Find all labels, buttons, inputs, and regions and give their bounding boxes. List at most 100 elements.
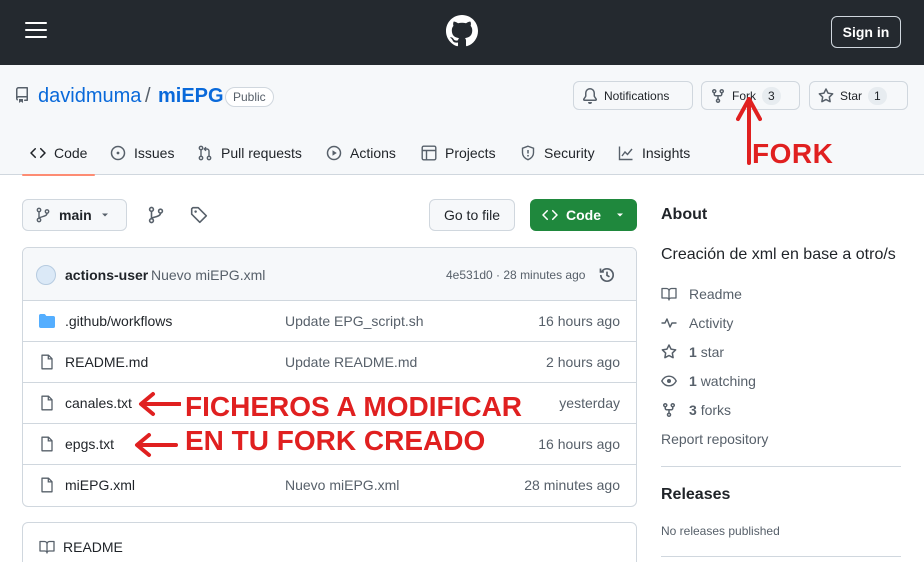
code-icon (542, 209, 558, 221)
file-commit-message[interactable]: Update README.md (285, 354, 417, 370)
branch-selector[interactable]: main (22, 199, 127, 231)
file-row[interactable]: .github/workflows Update EPG_script.sh 1… (23, 301, 636, 342)
tab-label: Actions (350, 145, 396, 161)
pull-request-icon (198, 145, 212, 161)
file-age: yesterday (559, 395, 620, 411)
readme-title[interactable]: README (63, 539, 123, 555)
code-button[interactable]: Code (530, 199, 637, 231)
tab-projects[interactable]: Projects (421, 131, 496, 175)
forks-label: forks (700, 402, 732, 418)
annotation-arrow-left-icon (135, 433, 178, 457)
star-button[interactable]: Star 1 (809, 81, 908, 110)
notifications-label: Notifications (604, 88, 670, 103)
visibility-badge: Public (225, 87, 274, 107)
sidebar-divider (661, 556, 901, 557)
global-header: Sign in (0, 0, 924, 65)
file-age: 28 minutes ago (524, 477, 620, 493)
no-releases-text: No releases published (661, 524, 780, 538)
history-icon[interactable] (598, 266, 616, 284)
file-age: 2 hours ago (546, 354, 620, 370)
repo-owner-link[interactable]: davidmuma (38, 85, 141, 108)
files-annotation-line1: FICHEROS A MODIFICAR (181, 391, 527, 423)
repo-name-link[interactable]: miEPG (158, 85, 224, 108)
table-icon (421, 145, 437, 161)
menu-icon[interactable] (25, 22, 49, 40)
branches-icon[interactable] (147, 206, 165, 224)
sidebar-forks-link[interactable]: 3 forks (661, 402, 731, 418)
path-separator: / (145, 85, 151, 107)
tab-label: Issues (134, 145, 175, 161)
star-count: 1 (868, 86, 887, 105)
commit-message[interactable]: Nuevo miEPG.xml (151, 267, 265, 283)
star-icon (661, 344, 677, 359)
tab-label: Security (544, 145, 595, 161)
file-icon (41, 477, 53, 493)
file-icon (41, 395, 53, 411)
tab-pull-requests[interactable]: Pull requests (197, 131, 302, 175)
pulse-icon (661, 318, 677, 328)
shield-icon (521, 145, 535, 161)
sidebar-stars-link[interactable]: 1 star (661, 344, 724, 360)
branch-icon (36, 207, 50, 223)
file-name[interactable]: canales.txt (65, 395, 132, 411)
file-name[interactable]: .github/workflows (65, 313, 172, 329)
stars-count: 1 (689, 344, 697, 360)
file-name[interactable]: miEPG.xml (65, 477, 135, 493)
file-age: 16 hours ago (538, 313, 620, 329)
sidebar-readme-link[interactable]: Readme (661, 286, 742, 302)
avatar[interactable] (36, 265, 56, 285)
play-icon (326, 145, 342, 161)
file-icon (41, 436, 53, 452)
book-icon (39, 540, 55, 554)
commit-meta[interactable]: 4e531d0 · 28 minutes ago (446, 268, 585, 282)
sidebar-readme-label: Readme (689, 286, 742, 302)
star-label: Star (840, 88, 863, 103)
sidebar-activity-link[interactable]: Activity (661, 315, 733, 331)
annotation-arrow-left-icon (139, 392, 182, 416)
chevron-down-icon (101, 213, 108, 217)
github-logo-icon[interactable] (446, 15, 478, 47)
report-repository-link[interactable]: Report repository (661, 431, 768, 447)
star-icon (818, 87, 834, 102)
tab-issues[interactable]: Issues (110, 131, 174, 175)
file-list: actions-user Nuevo miEPG.xml 4e531d0 · 2… (22, 247, 637, 507)
notifications-button[interactable]: Notifications (573, 81, 693, 110)
branch-name: main (59, 207, 92, 223)
file-name[interactable]: README.md (65, 354, 148, 370)
file-commit-message[interactable]: Nuevo miEPG.xml (285, 477, 399, 493)
file-name[interactable]: epgs.txt (65, 436, 114, 452)
folder-icon (39, 314, 55, 328)
file-row[interactable]: README.md Update README.md 2 hours ago (23, 342, 636, 383)
commit-author[interactable]: actions-user (65, 267, 148, 283)
tab-label: Insights (642, 145, 691, 161)
go-to-file-button[interactable]: Go to file (429, 199, 515, 231)
issue-icon (110, 145, 126, 161)
file-icon (41, 354, 53, 370)
tab-label: Projects (445, 145, 496, 161)
tab-actions[interactable]: Actions (326, 131, 396, 175)
file-commit-message[interactable]: Update EPG_script.sh (285, 313, 424, 329)
eye-icon (661, 375, 677, 387)
watching-count: 1 (689, 373, 697, 389)
tag-icon[interactable] (190, 206, 208, 224)
code-button-label: Code (566, 207, 601, 223)
tab-security[interactable]: Security (520, 131, 595, 175)
code-icon (30, 147, 46, 159)
file-age: 16 hours ago (538, 436, 620, 452)
chevron-down-icon (617, 213, 623, 217)
fork-icon (712, 88, 724, 103)
tab-code[interactable]: Code (21, 131, 97, 176)
files-annotation-line2: EN TU FORK CREADO (181, 425, 490, 457)
releases-title[interactable]: Releases (661, 486, 730, 504)
about-title: About (661, 206, 708, 223)
graph-icon (618, 146, 633, 161)
readme-panel: README (22, 522, 637, 562)
sidebar-watching-link[interactable]: 1 watching (661, 373, 756, 389)
bell-icon (582, 87, 597, 104)
sidebar-divider (661, 466, 901, 467)
file-row[interactable]: miEPG.xml Nuevo miEPG.xml 28 minutes ago (23, 465, 636, 506)
repo-icon (15, 87, 28, 103)
tab-insights[interactable]: Insights (618, 131, 690, 175)
sign-in-button[interactable]: Sign in (831, 16, 901, 48)
latest-commit-bar: actions-user Nuevo miEPG.xml 4e531d0 · 2… (23, 248, 636, 301)
